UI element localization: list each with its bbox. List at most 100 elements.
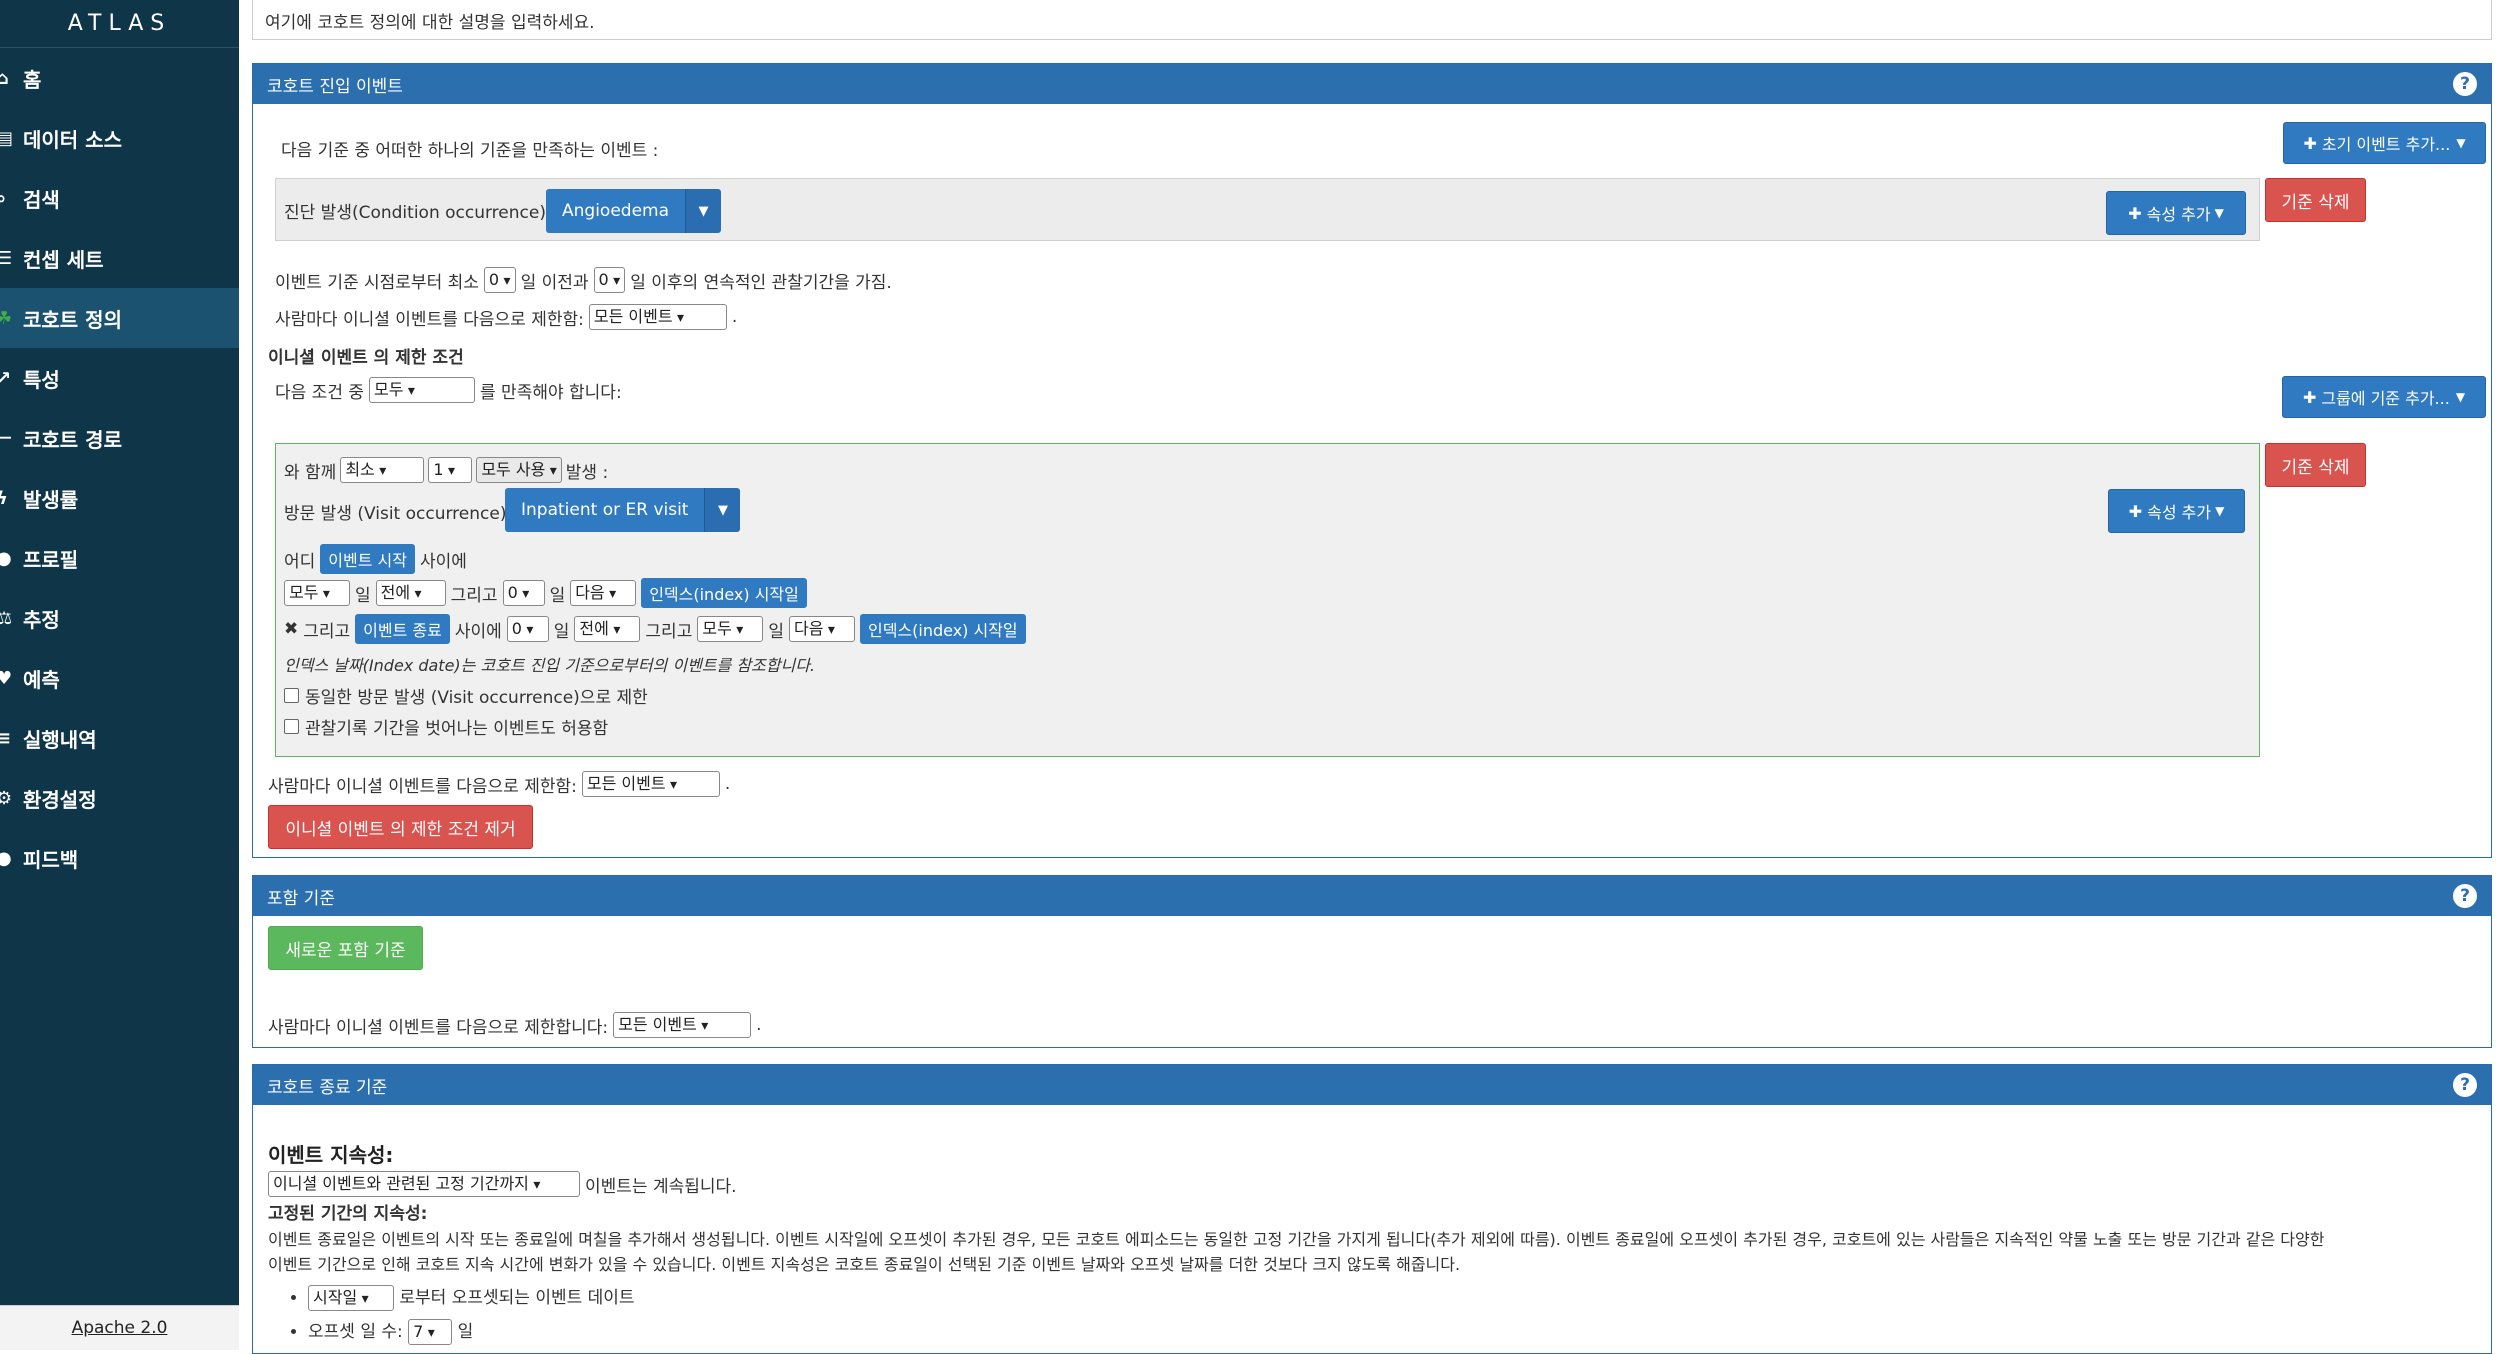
sidebar-item[interactable]: ● 프로필 <box>0 528 239 588</box>
and-label: 그리고 <box>450 585 498 606</box>
window-end-days-select[interactable]: 0 <box>502 580 545 606</box>
window2-start-days-select[interactable]: 0 <box>506 616 549 642</box>
limit2-select[interactable]: 모든 이벤트 <box>581 771 720 797</box>
help-icon[interactable]: ? <box>2453 1073 2477 1097</box>
add-initial-event-button[interactable]: ✚ 초기 이벤트 추가... ▼ <box>2283 122 2486 164</box>
persistence-suffix: 이벤트는 계속됩니다. <box>585 1176 737 1197</box>
sidebar-item[interactable]: ▤ 데이터 소스 <box>0 108 239 168</box>
outside-observation-checkbox[interactable] <box>284 719 299 734</box>
occurrence-row: 와 함께 최소 1 모두 사용 발생 : <box>284 457 608 483</box>
occurrence-type-select[interactable]: 최소 <box>340 457 425 483</box>
sidebar-item-label: 특성 <box>23 367 60 392</box>
new-inclusion-button[interactable]: 새로운 포함 기준 <box>268 926 423 970</box>
sidebar-item-label: 예측 <box>23 667 60 692</box>
limit-initial-row: 사람마다 이니셜 이벤트를 다음으로 제한함: 모든 이벤트 . <box>275 304 737 330</box>
inclusion-limit-select[interactable]: 모든 이벤트 <box>613 1012 752 1038</box>
add-attribute-button[interactable]: ✚ 속성 추가 ▼ <box>2106 191 2246 235</box>
index-date-note: 인덱스 날짜(Index date)는 코호트 진입 기준으로부터의 이벤트를 … <box>284 656 816 675</box>
offset-days-item: 오프셋 일 수: 7 일 <box>308 1317 635 1345</box>
window-end-direction-select[interactable]: 다음 <box>570 580 637 606</box>
sidebar-item[interactable]: ≡ 실행내역 <box>0 708 239 768</box>
same-visit-checkbox[interactable] <box>284 688 299 703</box>
persistence-title: 이벤트 지속성: <box>268 1143 394 1167</box>
help-icon[interactable]: ? <box>2453 884 2477 908</box>
window2-start-direction-select[interactable]: 전에 <box>574 616 641 642</box>
sidebar-item-label: 컨셉 세트 <box>23 247 104 272</box>
license-link[interactable]: Apache 2.0 <box>72 1318 168 1338</box>
observation-after-select[interactable]: 0 <box>593 267 626 293</box>
event-end-tag[interactable]: 이벤트 종료 <box>355 614 450 644</box>
caret-down-icon[interactable]: ▼ <box>685 189 722 233</box>
sidebar-item[interactable]: ⊢ 코호트 경로 <box>0 408 239 468</box>
cohort-description-field[interactable]: 여기에 코호트 정의에 대한 설명을 입력하세요. <box>252 0 2492 40</box>
primary-concept-name: Angioedema <box>546 189 686 233</box>
observation-mid: 일 이전과 <box>520 272 589 293</box>
index-start-tag[interactable]: 인덱스(index) 시작일 <box>641 578 807 608</box>
sidebar-item[interactable]: ϟ 발생률 <box>0 468 239 528</box>
sidebar-item[interactable]: ⚙ 환경설정 <box>0 768 239 828</box>
cohort-exit-title: 코호트 종료 기준 <box>267 1077 388 1098</box>
limit-initial-select[interactable]: 모든 이벤트 <box>588 304 727 330</box>
occurrence-count-select[interactable]: 1 <box>428 457 473 483</box>
remove-restriction-label: 이니셜 이벤트 의 제한 조건 제거 <box>285 819 516 840</box>
sidebar-item[interactable]: ☘ 코호트 정의 <box>0 288 239 348</box>
add-group-criteria-button[interactable]: ✚ 그룹에 기준 추가... ▼ <box>2282 376 2486 418</box>
restriction-type-select[interactable]: 모두 <box>369 377 476 403</box>
primary-criterion-label: 진단 발생(Condition occurrence) <box>284 203 546 223</box>
help-icon[interactable]: ? <box>2453 72 2477 96</box>
offset-from-select[interactable]: 시작일 <box>308 1285 394 1311</box>
app-logo[interactable]: ATLAS <box>0 0 239 48</box>
sidebar-item[interactable]: ↗ 특성 <box>0 348 239 408</box>
window-start-direction-select[interactable]: 전에 <box>375 580 446 606</box>
observation-before-select[interactable]: 0 <box>483 267 516 293</box>
and-label: 그리고 <box>645 621 693 642</box>
day-label: 일 <box>549 585 566 606</box>
cogs-icon: ⚙ <box>0 787 13 809</box>
window2-all-select[interactable]: 모두 <box>697 616 764 642</box>
caret-down-icon[interactable]: ▼ <box>704 488 741 532</box>
plus-icon: ✚ <box>2303 133 2317 153</box>
index-start-tag[interactable]: 인덱스(index) 시작일 <box>859 614 1026 644</box>
new-inclusion-label: 새로운 포함 기준 <box>285 940 406 961</box>
window-row-start: 모두 일 전에 그리고 0 일 다음 인덱스(index) 시작일 <box>284 578 807 608</box>
use-all-button[interactable]: 모두 사용 <box>476 457 562 483</box>
fixed-duration-desc-line2: 이벤트 기간으로 인해 코호트 지속 시간에 변화가 있을 수 있습니다. 이벤… <box>268 1255 1461 1274</box>
persistence-select[interactable]: 이니셜 이벤트와 관련된 고정 기간까지 <box>268 1171 580 1197</box>
outside-observation-checkbox-row: 관찰기록 기간을 벗어나는 이벤트도 허용함 <box>284 714 608 739</box>
sidebar-item[interactable]: ☰ 컨셉 세트 <box>0 228 239 288</box>
home-icon: ⌂ <box>0 67 9 89</box>
between-label: 사이에 <box>419 551 467 572</box>
visit-add-attribute-label: 속성 추가 <box>2147 503 2212 522</box>
visit-add-attribute-button[interactable]: ✚ 속성 추가 ▼ <box>2108 489 2245 533</box>
restriction-suffix: 를 만족해야 합니다: <box>480 382 622 403</box>
where-label: 어디 <box>284 551 316 572</box>
primary-concept-selector[interactable]: Angioedema ▼ <box>546 189 722 233</box>
remove-restriction-button[interactable]: 이니셜 이벤트 의 제한 조건 제거 <box>268 805 533 849</box>
chart-line-icon: ↗ <box>0 367 12 389</box>
sidebar-item[interactable]: ⌂ 홈 <box>0 48 239 108</box>
inclusion-criteria-panel: 포함 기준 ? 새로운 포함 기준 사람마다 이니셜 이벤트를 다음으로 제한합… <box>252 875 2492 1048</box>
sitemap-icon: ⊢ <box>0 427 13 449</box>
sidebar-item-label: 발생률 <box>23 487 79 512</box>
sidebar-item-label: 홈 <box>23 67 42 92</box>
delete-criterion-button[interactable]: 기준 삭제 <box>2265 178 2366 222</box>
event-start-tag[interactable]: 이벤트 시작 <box>320 544 415 574</box>
sidebar-item-label: 피드백 <box>23 847 79 872</box>
sidebar-item-label: 데이터 소스 <box>23 127 122 152</box>
restriction-condition-row: 다음 조건 중 모두 를 만족해야 합니다: <box>275 377 622 403</box>
window2-end-direction-select[interactable]: 다음 <box>788 616 855 642</box>
offset-days-select[interactable]: 7 <box>408 1319 453 1345</box>
visit-concept-selector[interactable]: Inpatient or ER visit ▼ <box>505 488 741 532</box>
window-start-all-select[interactable]: 모두 <box>284 580 350 606</box>
restriction-prefix: 다음 조건 중 <box>275 382 365 403</box>
sidebar-item[interactable]: ● 피드백 <box>0 828 239 888</box>
offset-from-item: 시작일 로부터 오프셋되는 이벤트 데이트 <box>308 1283 635 1311</box>
sidebar-item[interactable]: ♥ 예측 <box>0 648 239 708</box>
sidebar-item[interactable]: ⚖ 추정 <box>0 588 239 648</box>
delete-group-criterion-button[interactable]: 기준 삭제 <box>2265 443 2366 487</box>
remove-icon[interactable]: ✖ <box>284 619 298 639</box>
where-row: 어디 이벤트 시작 사이에 <box>284 544 467 574</box>
offset-days-suffix: 일 <box>457 1322 474 1342</box>
sidebar-item[interactable]: ⌕ 검색 <box>0 168 239 228</box>
same-visit-label: 동일한 방문 발생 (Visit occurrence)으로 제한 <box>305 688 648 708</box>
